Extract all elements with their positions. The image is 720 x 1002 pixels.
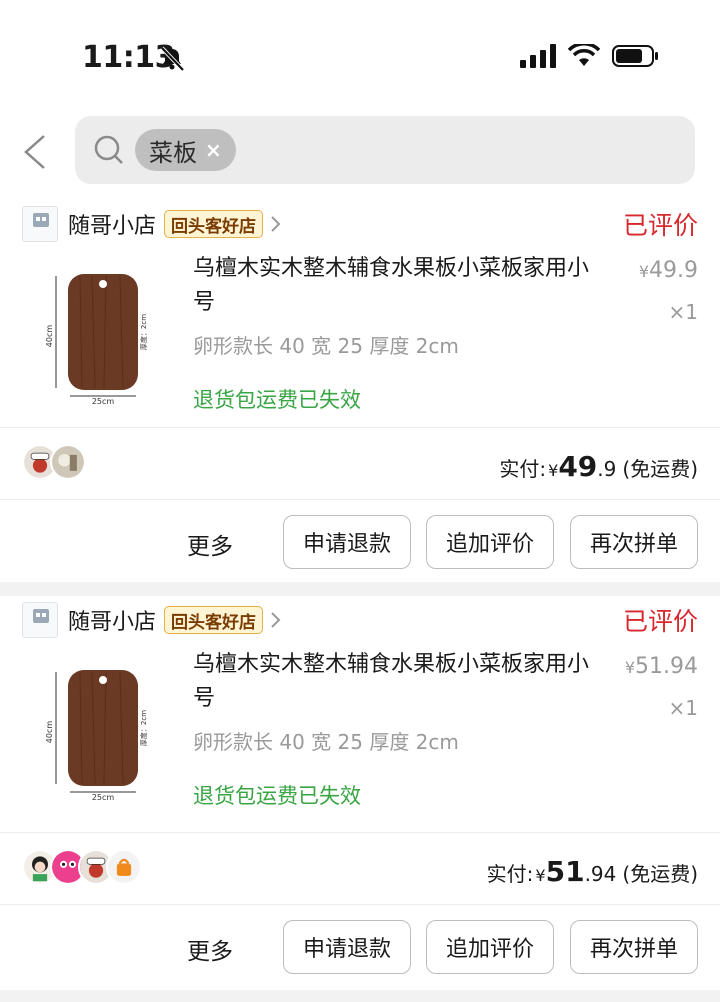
divider bbox=[0, 832, 720, 833]
product-thumbnail[interactable]: 40cm 25cm 厚度：2cm bbox=[40, 650, 162, 800]
dim-width: 25cm bbox=[92, 793, 115, 800]
return-policy: 退货包运费已失效 bbox=[193, 784, 361, 808]
product-thumbnail[interactable]: 40cm 25cm 厚度：2cm bbox=[40, 254, 162, 404]
back-chevron-icon[interactable] bbox=[20, 132, 50, 172]
divider bbox=[0, 427, 720, 428]
order-card[interactable]: 随哥小店 回头客好店 已评价 40cm 25cm 厚度：2cm 乌檀木实木整木辅… bbox=[0, 596, 720, 990]
shop-logo bbox=[22, 602, 58, 638]
shop-badge-text: 回头客好店 bbox=[171, 216, 257, 237]
shop-badge: 回头客好店 bbox=[164, 210, 264, 238]
battery-icon bbox=[612, 45, 658, 67]
order-status: 已评价 bbox=[622, 607, 698, 636]
dim-thickness: 厚度：2cm bbox=[139, 710, 148, 746]
avatar-group[interactable] bbox=[22, 849, 142, 885]
shop-name[interactable]: 随哥小店 bbox=[68, 208, 156, 240]
product-title[interactable]: 乌檀木实木整木辅食水果板小菜板家用小号 bbox=[193, 648, 603, 716]
return-policy: 退货包运费已失效 bbox=[193, 388, 361, 412]
dim-thickness: 厚度：2cm bbox=[139, 314, 148, 350]
shop-badge: 回头客好店 bbox=[164, 606, 264, 634]
quantity: ×1 bbox=[668, 696, 698, 720]
signal-icon bbox=[520, 44, 556, 68]
chevron-right-icon bbox=[271, 216, 281, 232]
order-status: 已评价 bbox=[622, 211, 698, 240]
paid-amount: 实付: ¥ 51 .94 (免运费) bbox=[486, 855, 698, 888]
status-bar: 11:13 bbox=[0, 0, 720, 104]
avatar bbox=[106, 849, 142, 885]
more-button[interactable]: 更多 bbox=[187, 932, 233, 966]
shop-logo-icon bbox=[33, 213, 49, 227]
avatar bbox=[50, 444, 86, 480]
shop-logo-icon bbox=[33, 609, 49, 623]
reorder-button[interactable]: 再次拼单 bbox=[570, 920, 698, 974]
divider bbox=[0, 904, 720, 905]
shop-logo bbox=[22, 206, 58, 242]
product-title[interactable]: 乌檀木实木整木辅食水果板小菜板家用小号 bbox=[193, 252, 603, 320]
avatar-group[interactable] bbox=[22, 444, 86, 480]
product-spec: 卵形款长 40 宽 25 厚度 2cm bbox=[193, 730, 459, 754]
search-input[interactable]: 菜板 × bbox=[75, 116, 695, 184]
add-review-button[interactable]: 追加评价 bbox=[426, 920, 554, 974]
quantity: ×1 bbox=[668, 300, 698, 324]
shop-badge-text: 回头客好店 bbox=[171, 612, 257, 633]
unit-price: ¥51.94 bbox=[624, 654, 698, 679]
dim-length: 40cm bbox=[45, 325, 54, 348]
shop-name[interactable]: 随哥小店 bbox=[68, 604, 156, 636]
more-button[interactable]: 更多 bbox=[187, 527, 233, 561]
add-review-button[interactable]: 追加评价 bbox=[426, 515, 554, 569]
chip-close-icon[interactable]: × bbox=[205, 138, 222, 162]
wifi-icon bbox=[568, 44, 600, 66]
chevron-right-icon bbox=[271, 612, 281, 628]
search-icon bbox=[94, 135, 123, 164]
paid-amount: 实付: ¥ 49 .9 (免运费) bbox=[499, 450, 698, 483]
refund-button[interactable]: 申请退款 bbox=[283, 920, 411, 974]
refund-button[interactable]: 申请退款 bbox=[283, 515, 411, 569]
search-bar-row: 菜板 × bbox=[0, 104, 720, 200]
product-spec: 卵形款长 40 宽 25 厚度 2cm bbox=[193, 334, 459, 358]
divider bbox=[0, 499, 720, 500]
search-keyword-label: 菜板 bbox=[149, 138, 197, 167]
dim-length: 40cm bbox=[45, 721, 54, 744]
bell-muted-icon bbox=[160, 46, 185, 72]
search-keyword-chip[interactable]: 菜板 × bbox=[135, 129, 236, 171]
order-card[interactable]: 随哥小店 回头客好店 已评价 40cm 25cm 厚度：2cm 乌檀木实木整木辅… bbox=[0, 200, 720, 582]
unit-price: ¥49.9 bbox=[638, 258, 698, 283]
reorder-button[interactable]: 再次拼单 bbox=[570, 515, 698, 569]
dim-width: 25cm bbox=[92, 397, 115, 404]
shop-header[interactable]: 随哥小店 回头客好店 bbox=[22, 204, 281, 244]
status-icons bbox=[520, 44, 660, 68]
shop-header[interactable]: 随哥小店 回头客好店 bbox=[22, 600, 281, 640]
